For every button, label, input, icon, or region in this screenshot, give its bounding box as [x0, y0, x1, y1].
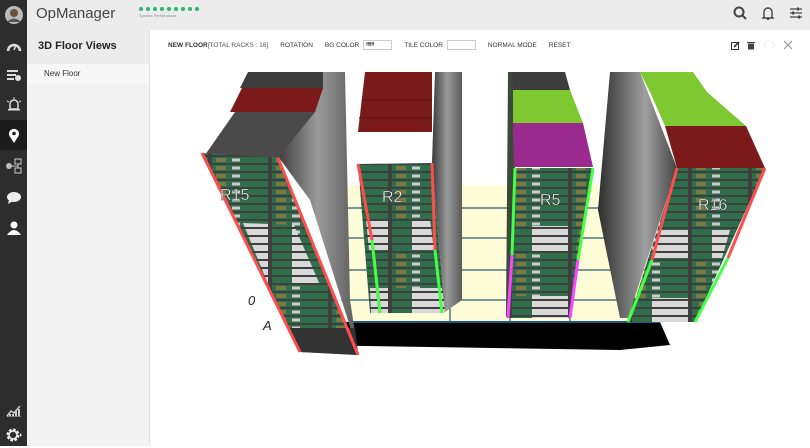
rack-r2[interactable]: R2	[356, 72, 462, 314]
rack-label: R2	[382, 189, 403, 206]
top-bar: OpManager System Performance	[27, 0, 810, 30]
edit-icon[interactable]	[731, 40, 740, 50]
panel-title: 3D Floor Views	[27, 30, 149, 64]
floor-actions	[731, 40, 793, 50]
inventory-list-icon[interactable]	[0, 61, 27, 88]
performance-label: System Performance	[139, 13, 177, 18]
rack-label: R5	[540, 192, 561, 209]
total-racks: [TOTAL RACKS : 16]	[207, 41, 269, 49]
rack-label: R15	[220, 187, 249, 204]
sidebar	[0, 0, 27, 446]
system-performance-indicator[interactable]: System Performance	[139, 7, 199, 18]
left-panel: 3D Floor Views New Floor	[27, 30, 150, 446]
search-icon[interactable]	[733, 6, 747, 20]
performance-dots	[139, 7, 199, 11]
reports-chart-icon[interactable]	[0, 396, 27, 423]
chat-icon[interactable]	[0, 184, 27, 211]
navigate-arrows-icon[interactable]	[762, 40, 776, 50]
normal-mode-button[interactable]: NORMAL MODE	[488, 42, 537, 49]
rotation-button[interactable]: ROTATION	[280, 42, 313, 49]
app-title: OpManager	[36, 5, 116, 22]
user-icon[interactable]	[0, 214, 27, 241]
reset-button[interactable]: RESET	[549, 42, 571, 49]
network-icon[interactable]	[0, 152, 27, 179]
notification-bell-icon[interactable]	[761, 6, 775, 20]
close-icon[interactable]	[783, 40, 793, 50]
tile-color-label: TILE COLOR	[404, 41, 443, 49]
bg-color-input[interactable]	[363, 40, 393, 50]
settings-gear-icon[interactable]	[0, 421, 27, 448]
floor-toolbar: NEW FLOOR [TOTAL RACKS : 16] ROTATION BG…	[168, 40, 582, 50]
column-label: A	[262, 318, 272, 333]
map-pin-icon[interactable]	[0, 120, 27, 150]
rack-r15[interactable]: R15	[200, 72, 360, 356]
rack-label: R16	[698, 197, 727, 214]
floor-3d-view[interactable]: R15 R2 R5 R16 0 A	[150, 60, 810, 446]
avatar[interactable]	[0, 0, 27, 30]
alarm-icon[interactable]	[0, 90, 27, 117]
rack-r16[interactable]: R16	[598, 72, 767, 323]
delete-icon[interactable]	[747, 41, 755, 50]
floor-name: NEW FLOOR	[168, 41, 208, 49]
tile-color-input[interactable]	[446, 40, 476, 50]
floor-list-item[interactable]: New Floor	[27, 64, 149, 84]
bg-color-label: BG COLOR	[324, 41, 360, 49]
dashboard-gauge-icon[interactable]	[0, 32, 27, 59]
settings-sliders-icon[interactable]	[789, 6, 803, 20]
row-label: 0	[248, 293, 256, 308]
